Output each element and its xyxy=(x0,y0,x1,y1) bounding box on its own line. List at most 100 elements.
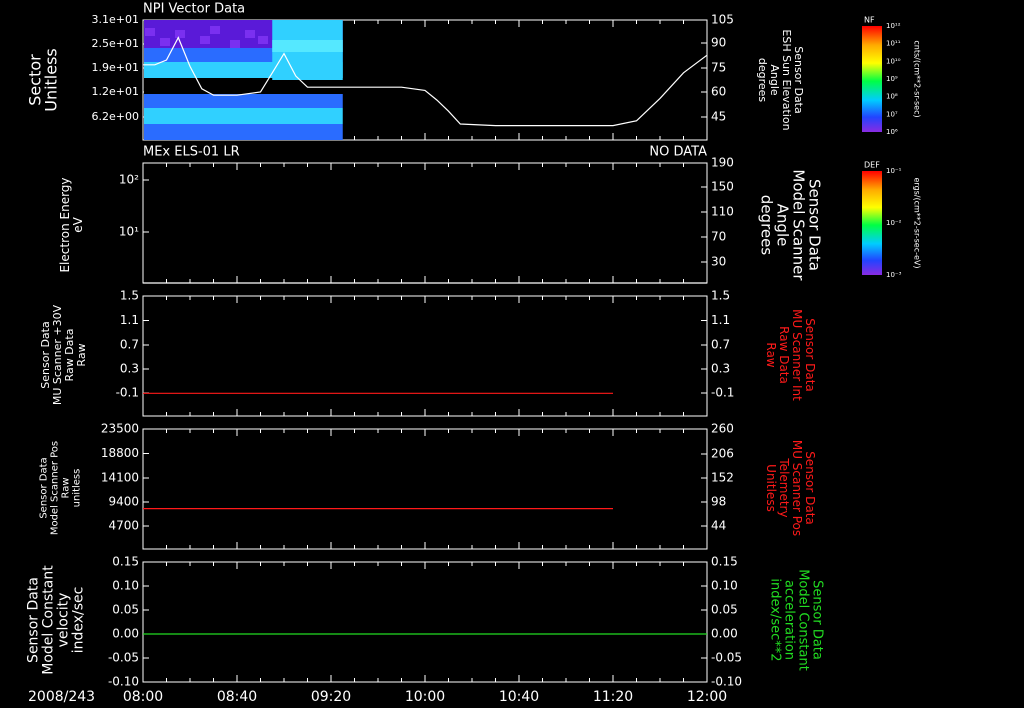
panel-5-right-tick-label: 0.15 xyxy=(711,555,738,569)
heatmap-cell xyxy=(160,38,170,46)
colorbar-def-tick-label: 10⁻² xyxy=(886,219,902,227)
panel-1-left-tick-label: 1.2e+01 xyxy=(92,85,139,98)
panel-3-left-tick-label: 1.1 xyxy=(120,313,139,327)
panel-2-right-tick-label: 190 xyxy=(711,156,734,170)
panel-3-left-tick-label: 0.3 xyxy=(120,362,139,376)
panel-1-left-tick-label: 3.1e+01 xyxy=(92,13,139,26)
heatmap-cell xyxy=(200,36,210,44)
colorbar-nf-unit: cnts/(cm**2-sr-sec) xyxy=(913,40,922,117)
heatmap-band xyxy=(144,94,343,108)
panel-5-right-axis-label-line: Sensor Data xyxy=(810,580,825,660)
colorbar-nf-tick-label: 10⁸ xyxy=(886,93,898,101)
panel-1-right-tick-label: 105 xyxy=(711,13,734,27)
panel-2-right-tick-label: 30 xyxy=(711,255,726,269)
panel-1-left-tick-label: 2.5e+01 xyxy=(92,37,139,50)
panel-1-left-tick-label: 1.9e+01 xyxy=(92,61,139,74)
panel-4-left-tick-label: 14100 xyxy=(101,471,139,485)
panel-5-left-axis-label-line: velocity xyxy=(56,593,72,648)
panel-5-right-axis-label-line: Model Constant xyxy=(796,569,811,671)
panel-4-left-tick-label: 4700 xyxy=(108,519,139,533)
heatmap-band xyxy=(144,124,343,140)
colorbar-nf-tick-label: 10⁹ xyxy=(886,75,898,83)
panel-3-left-tick-label: 0.7 xyxy=(120,338,139,352)
heatmap-cell xyxy=(230,40,240,48)
panel-4-right-axis-label-line: Telemetry xyxy=(777,457,791,517)
date-label: 2008/243 xyxy=(28,689,95,705)
colorbar-nf-bar xyxy=(862,26,882,132)
panel-1-right-tick-label: 90 xyxy=(711,36,726,50)
panel-4-right-axis-label-line: Sensor Data xyxy=(803,451,817,525)
panel-4-right-tick-label: 152 xyxy=(711,471,734,485)
panel-5-left-axis-label-line: Model Constant xyxy=(41,565,57,675)
x-tick-label: 10:40 xyxy=(499,689,539,705)
panel-2-left-axis-label-line: eV xyxy=(71,216,85,232)
panel-4-left-axis-label-line: Raw xyxy=(61,477,72,498)
panel-4-left-tick-label: 18800 xyxy=(101,446,139,460)
panel-4-left-axis-label-line: Model Scanner Pos xyxy=(50,441,61,535)
x-tick-label: 12:00 xyxy=(687,689,727,705)
panel-5-right-tick-label: -0.05 xyxy=(711,651,742,665)
panel-3-right-tick-label: 1.1 xyxy=(711,313,730,327)
panel-1-right-tick-label: 45 xyxy=(711,110,726,124)
heatmap-cell xyxy=(145,28,155,36)
panel-3-left-axis-label-line: Raw xyxy=(75,343,88,366)
panel-5-right-tick-label: -0.10 xyxy=(711,675,742,689)
panel-3-right-axis-label-line: Sensor Data xyxy=(803,318,817,392)
panel-3-left-tick-label: 1.5 xyxy=(120,289,139,303)
panel-3-right-tick-label: -0.1 xyxy=(711,386,734,400)
panel-4-right-tick-label: 206 xyxy=(711,447,734,461)
panel-3-right-tick-label: 0.3 xyxy=(711,362,730,376)
x-tick-label: 10:00 xyxy=(405,689,445,705)
panel-5-left-tick-label: 0.15 xyxy=(112,555,139,569)
panel-4-right-axis-label-line: Unitless xyxy=(764,464,778,512)
panel-2-right-tick-label: 110 xyxy=(711,205,734,219)
colorbar-nf-tick-label: 10¹⁰ xyxy=(886,57,901,65)
panel-5-right-tick-label: 0.05 xyxy=(711,603,738,617)
panel-5-left-tick-label: 0.05 xyxy=(112,603,139,617)
stacked-time-series-plot: NPI Vector Data 3.1e+01 2.5e+01 1.9e+01 1.2e… xyxy=(0,0,1024,708)
panel-5-right-tick-label: 0.00 xyxy=(711,627,738,641)
panel-4-left-axis-label-line: Sensor Data xyxy=(39,457,50,518)
panel-4-right-tick-label: 44 xyxy=(711,519,726,533)
panel-3-right-axis-label-line: MU Scanner Int xyxy=(790,309,804,401)
heatmap-band xyxy=(144,108,343,124)
panel-2-left-axis-label-line: Electron Energy xyxy=(58,177,72,272)
panel-5-right-axis-label-line: acceleration xyxy=(782,580,797,660)
x-tick-label: 09:20 xyxy=(311,689,351,705)
panel-2-right-tick-label: 150 xyxy=(711,180,734,194)
colorbar-def-label: DEF xyxy=(864,161,880,170)
colorbar-def-unit: ergs/(cm**2-sr-sec-eV) xyxy=(913,177,922,268)
panel-5-left-tick-label: 0.00 xyxy=(112,627,139,641)
panel-1-left-axis-label: SectorUnitless xyxy=(26,48,61,112)
heatmap-cell xyxy=(258,36,268,44)
panel-1-title: NPI Vector Data xyxy=(143,2,245,17)
heatmap-cell xyxy=(210,26,220,34)
panel-5-left-tick-label: -0.05 xyxy=(108,651,139,665)
colorbar-nf-tick-label: 10⁷ xyxy=(886,110,898,118)
panel-3-left-tick-label: -0.1 xyxy=(116,386,139,400)
panel-2-title: MEx ELS-01 LR xyxy=(143,145,240,160)
panel-4-left-axis-label-line: unitless xyxy=(72,469,83,508)
panel-5-right-axis-label-line: index/sec**2 xyxy=(768,578,783,661)
x-tick-label: 08:00 xyxy=(123,689,163,705)
heatmap-cell xyxy=(175,30,185,38)
panel-2-left-tick-label: 10² xyxy=(119,173,139,187)
panel-2-right-axis-label-line: degrees xyxy=(758,195,776,256)
panel-3-right-axis-label-line: Raw Data xyxy=(777,326,791,384)
x-tick-label: 08:40 xyxy=(217,689,257,705)
panel-1-right-tick-label: 60 xyxy=(711,85,726,99)
colorbar-def-bar xyxy=(862,171,882,275)
panel-5-left-axis-label-line: Sensor Data xyxy=(26,577,42,663)
panel-1-left-tick-label: 6.2e+00 xyxy=(92,110,139,123)
colorbar-nf-tick-label: 10¹¹ xyxy=(886,40,901,48)
panel-5-right-axis-label: Sensor DataModel Constantaccelerationind… xyxy=(768,569,825,671)
heatmap-band xyxy=(144,78,343,94)
colorbar-nf-tick-label: 10¹² xyxy=(886,22,901,30)
panel-5-right-tick-label: 0.10 xyxy=(711,579,738,593)
panel-3-right-tick-label: 0.7 xyxy=(711,338,730,352)
panel-3-right-tick-label: 1.5 xyxy=(711,289,730,303)
colorbar-def-tick-label: 10⁻¹ xyxy=(886,167,902,175)
panel-1-right-axis-label-line: degrees xyxy=(756,58,769,103)
panel-4-right-tick-label: 260 xyxy=(711,422,734,436)
panel-5-left-tick-label: 0.10 xyxy=(112,579,139,593)
